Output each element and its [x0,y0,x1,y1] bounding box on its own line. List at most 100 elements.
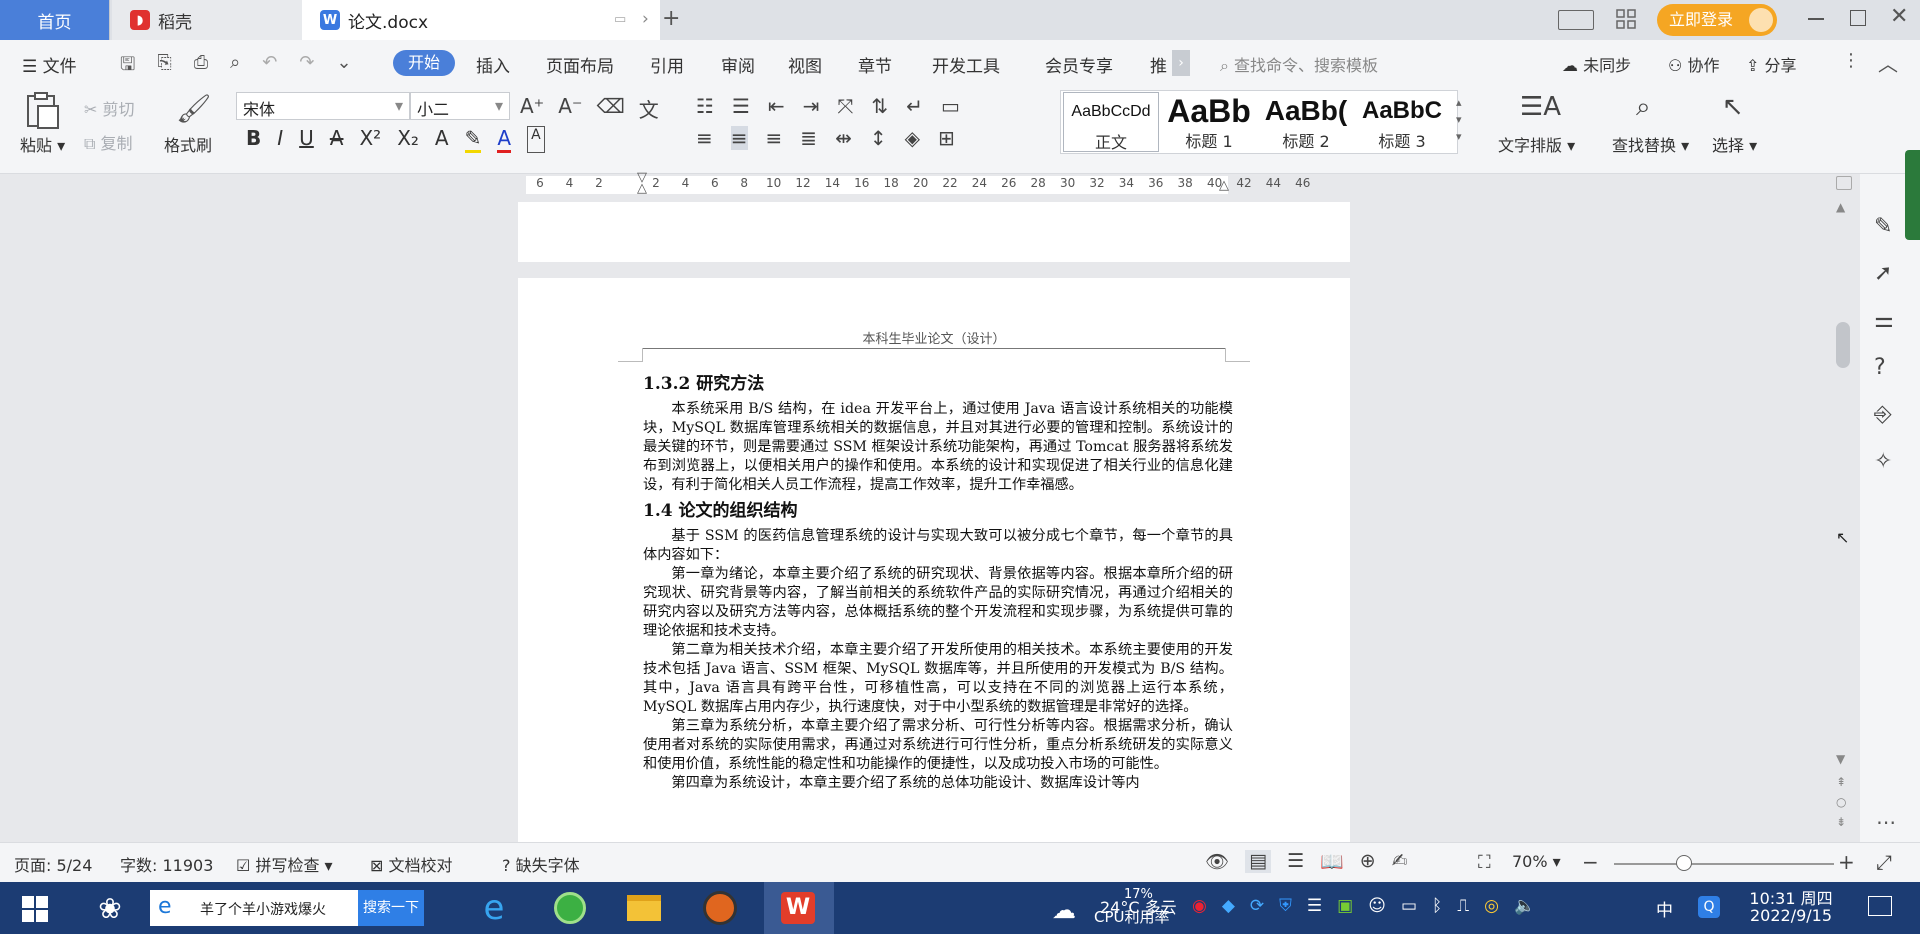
highlight-icon[interactable]: ✎ [464,126,482,153]
customize-qa-icon[interactable]: ⌄ [336,52,351,82]
style-heading2[interactable]: AaBb( 标题 2 [1258,92,1354,152]
tab-screen-icon[interactable]: ▭ [614,12,626,27]
pointer-icon[interactable]: ➚ [1874,261,1894,286]
new-tab-button[interactable]: + [662,6,680,31]
table-border-icon[interactable]: ▭ [941,94,960,118]
cut-button[interactable]: ✂ 剪切 [84,96,135,120]
collab-button[interactable]: ⚇ 协作 [1668,52,1719,76]
text-layout-button[interactable]: 文字排版 ▾ [1498,132,1575,156]
wps-taskbar-item[interactable]: W [764,882,834,934]
sort-icon[interactable]: ⇅ [871,94,888,118]
align-center-icon[interactable]: ≡ [730,126,748,150]
copy-button[interactable]: ⧉ 复制 [84,130,133,154]
tab-chapter[interactable]: 章节 [858,52,892,77]
first-line-indent-marker[interactable]: ▽ △ [637,171,647,195]
zoom-slider-handle[interactable] [1676,855,1692,871]
sidebar-handle[interactable] [1905,150,1920,240]
tray-bluetooth-icon[interactable]: ᛒ [1432,896,1442,916]
tray-wifi-icon[interactable]: ☰ [1307,896,1322,916]
paste-icon[interactable] [22,92,62,130]
ie-browser-icon[interactable]: e [472,888,516,928]
share-button[interactable]: ⇪ 分享 [1746,52,1797,76]
underline-icon[interactable]: U [299,126,314,153]
clock-date[interactable]: 2022/9/15 [1748,906,1834,925]
tab-review[interactable]: 审阅 [721,52,755,77]
fullscreen-icon[interactable]: ⤢ [1876,850,1892,874]
font-size-select[interactable]: 小二 ▾ [410,92,510,120]
grow-font-icon[interactable]: A⁺ [520,94,544,123]
style-normal[interactable]: AaBbCcDd 正文 [1063,92,1159,152]
export-pdf-icon[interactable]: ⎘ [157,52,171,82]
translate-icon[interactable]: ⎆ [1874,402,1894,427]
tray-usb-icon[interactable]: ⎍ [1457,896,1469,916]
increase-indent-icon[interactable]: ⇥ [803,94,820,118]
start-windows-icon[interactable] [22,896,48,922]
taskbar-search-box[interactable]: e 羊了个羊小游戏爆火 [150,890,358,926]
restore-icon[interactable] [1850,10,1866,26]
tab-member[interactable]: 会员专享 [1045,52,1113,77]
minimize-icon[interactable] [1808,18,1824,20]
print-preview-icon[interactable]: ⌕ [230,52,240,82]
login-button[interactable]: 立即登录 [1657,4,1777,36]
sliders-icon[interactable]: ⚌ [1874,308,1894,333]
sync-status[interactable]: ☁ 未同步 [1562,52,1631,76]
scroll-down-icon[interactable]: ▼ [1836,752,1845,766]
fit-page-icon[interactable]: ⛶ [1478,852,1491,873]
input-method[interactable]: 中 [1656,896,1673,921]
phonetic-icon[interactable]: 文 [639,94,659,123]
tray-shield-icon[interactable]: ⛨ [1279,896,1292,916]
tray-gpu-icon[interactable]: ▣ [1337,896,1353,916]
zoom-in-icon[interactable]: + [1838,850,1855,874]
outline-view-icon[interactable]: ☰ [1287,850,1304,873]
zoom-slider[interactable] [1614,863,1834,865]
format-painter-button[interactable]: 格式刷 [164,132,212,156]
tray-battery-icon[interactable]: ▭ [1401,896,1417,916]
tray-qq-icon[interactable]: ☺ [1368,896,1386,916]
grid-apps-icon[interactable] [1616,9,1636,29]
align-left-icon[interactable]: ≡ [696,126,713,150]
line-spacing-icon[interactable]: ↕ [870,126,887,150]
notification-icon[interactable] [1868,896,1892,916]
tray-blue-icon[interactable]: ◆ [1222,896,1235,916]
shrink-font-icon[interactable]: A⁻ [558,94,582,123]
undo-icon[interactable]: ↶ [262,52,277,82]
tab-view[interactable]: 视图 [788,52,822,77]
page-view-icon[interactable]: ▤ [1245,850,1272,873]
read-view-icon[interactable]: 📖 [1320,850,1344,873]
more-options-icon[interactable]: ⋮ [1842,50,1860,71]
select-button[interactable]: 选择 ▾ [1712,132,1757,156]
ime-logo-icon[interactable]: Q [1698,896,1720,918]
distribute-icon[interactable]: ⇹ [835,126,852,150]
pen-icon[interactable]: ✎ [1874,214,1894,239]
save-icon[interactable]: 🖫 [120,52,135,82]
tray-refresh-icon[interactable]: ⟳ [1250,896,1264,916]
bold-icon[interactable]: B [246,126,261,153]
page-nav-icons[interactable]: ⇞ ○ ⇟ [1836,772,1846,832]
page-indicator[interactable]: 页面: 5/24 [14,852,92,876]
style-heading1[interactable]: AaBb 标题 1 [1161,92,1257,152]
document-body[interactable]: 1.3.2 研究方法 本系统采用 B/S 结构，在 idea 开发平台上，通过使… [643,368,1233,842]
tray-volume-icon[interactable]: 🔈 [1514,896,1535,916]
decrease-indent-icon[interactable]: ⇤ [768,94,785,118]
strikethrough-icon[interactable]: A [330,126,344,153]
tab-document[interactable]: W 论文.docx ▭ › [302,0,660,40]
proofread-button[interactable]: ⊠ 文档校对 [370,852,453,876]
tab-developer[interactable]: 开发工具 [932,52,1000,77]
tray-red-icon[interactable]: ◉ [1192,896,1207,916]
zoom-out-icon[interactable]: − [1582,850,1599,874]
superscript-icon[interactable]: X² [359,126,381,153]
chinese-layout-icon[interactable]: ⤧ [837,94,853,118]
style-heading3[interactable]: AaBbC 标题 3 [1354,92,1450,152]
zoom-level[interactable]: 70% ▾ [1512,852,1561,871]
split-view-icon[interactable] [1836,176,1852,190]
scroll-up-icon[interactable]: ▲ [1836,200,1845,214]
char-border-icon[interactable]: A [527,126,545,153]
menu-scroll-right-icon[interactable]: › [1172,50,1190,76]
shading-icon[interactable]: ◈ [905,126,920,150]
tab-daoke[interactable]: ◗ 稻壳 [112,0,302,40]
tray-green-icon[interactable]: ◎ [1484,896,1499,916]
missing-font-button[interactable]: ? 缺失字体 [502,852,580,876]
command-search[interactable]: ⌕ 查找命令、搜索模板 [1220,52,1378,76]
tab-insert[interactable]: 插入 [476,52,510,77]
layout-icon[interactable] [1558,10,1594,30]
